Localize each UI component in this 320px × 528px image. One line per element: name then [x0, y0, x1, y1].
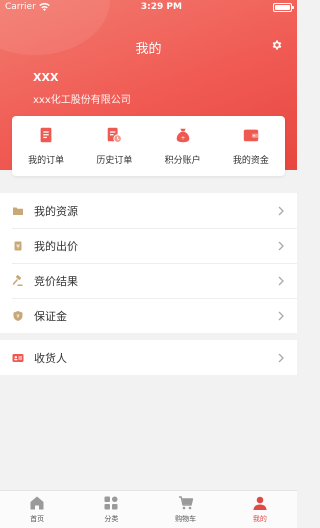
page-title: 我的	[135, 42, 162, 57]
chevron-right-icon	[278, 276, 284, 285]
menu-item-label: 竞价结果	[34, 274, 78, 288]
points-bag-icon: +	[176, 128, 189, 143]
tab-label: 首页	[30, 515, 45, 523]
quick-action-label: 积分账户	[164, 156, 201, 166]
menu-item-label: 保证金	[34, 309, 67, 323]
svg-text:¥: ¥	[16, 314, 19, 320]
battery-icon	[272, 2, 294, 12]
quick-action-label: 我的资金	[232, 156, 269, 166]
folder-icon	[13, 207, 23, 215]
tab-label: 购物车	[175, 515, 197, 523]
company-name: xxx化工股份有限公司	[33, 95, 131, 106]
shield-icon: ¥	[13, 310, 23, 321]
quick-actions-card: 我的订单 历史订单 + 积分账户 我的资金	[12, 116, 285, 176]
chevron-right-icon	[278, 241, 284, 250]
menu-item-consignee[interactable]: 收货人	[0, 340, 297, 375]
menu-item-my-bids[interactable]: ¥ 我的出价	[0, 228, 297, 263]
menu-group-primary: 我的资源 ¥ 我的出价 竞价结果 ¥ 保证金	[0, 193, 297, 333]
menu-item-label: 我的出价	[34, 239, 78, 253]
quick-action-points-account[interactable]: + 积分账户	[149, 116, 217, 176]
tab-label: 我的	[252, 515, 267, 523]
status-time: 3:29 PM	[140, 2, 182, 12]
chevron-right-icon	[278, 311, 284, 320]
menu-item-bid-results[interactable]: 竞价结果	[0, 263, 297, 298]
status-bar: Carrier 3:29 PM	[0, 0, 297, 14]
menu-item-label: 我的资源	[34, 204, 78, 218]
id-card-icon	[12, 353, 24, 362]
cart-icon	[178, 496, 193, 510]
tab-cart[interactable]: 购物车	[149, 491, 223, 528]
tab-category[interactable]: 分类	[74, 491, 148, 528]
carrier-label: Carrier	[5, 2, 36, 12]
menu-item-deposit[interactable]: ¥ 保证金	[0, 298, 297, 333]
wallet-icon	[243, 129, 259, 142]
menu-group-secondary: 收货人	[0, 340, 297, 375]
tab-home[interactable]: 首页	[0, 491, 74, 528]
quick-action-my-funds[interactable]: 我的资金	[217, 116, 285, 176]
user-icon	[253, 496, 267, 510]
quick-action-history-orders[interactable]: 历史订单	[80, 116, 148, 176]
svg-text:+: +	[180, 136, 185, 142]
tab-label: 分类	[104, 515, 119, 523]
chevron-right-icon	[278, 353, 284, 362]
user-name: XXX	[33, 71, 59, 84]
history-order-icon	[108, 127, 123, 143]
gear-icon[interactable]	[271, 39, 283, 51]
quick-action-label: 历史订单	[96, 156, 133, 166]
wifi-icon	[39, 3, 50, 11]
svg-text:¥: ¥	[16, 243, 20, 250]
tab-mine[interactable]: 我的	[223, 491, 297, 528]
chevron-right-icon	[278, 206, 284, 215]
bottom-tab-bar: 首页 分类 购物车 我的	[0, 490, 297, 528]
order-icon	[40, 127, 52, 143]
menu-item-label: 收货人	[34, 351, 67, 365]
menu-item-my-resources[interactable]: 我的资源	[0, 193, 297, 228]
quick-action-my-orders[interactable]: 我的订单	[12, 116, 80, 176]
quick-action-label: 我的订单	[28, 156, 65, 166]
category-icon	[104, 496, 118, 510]
gavel-icon	[12, 274, 23, 286]
bid-icon: ¥	[14, 241, 22, 250]
home-icon	[30, 496, 44, 510]
